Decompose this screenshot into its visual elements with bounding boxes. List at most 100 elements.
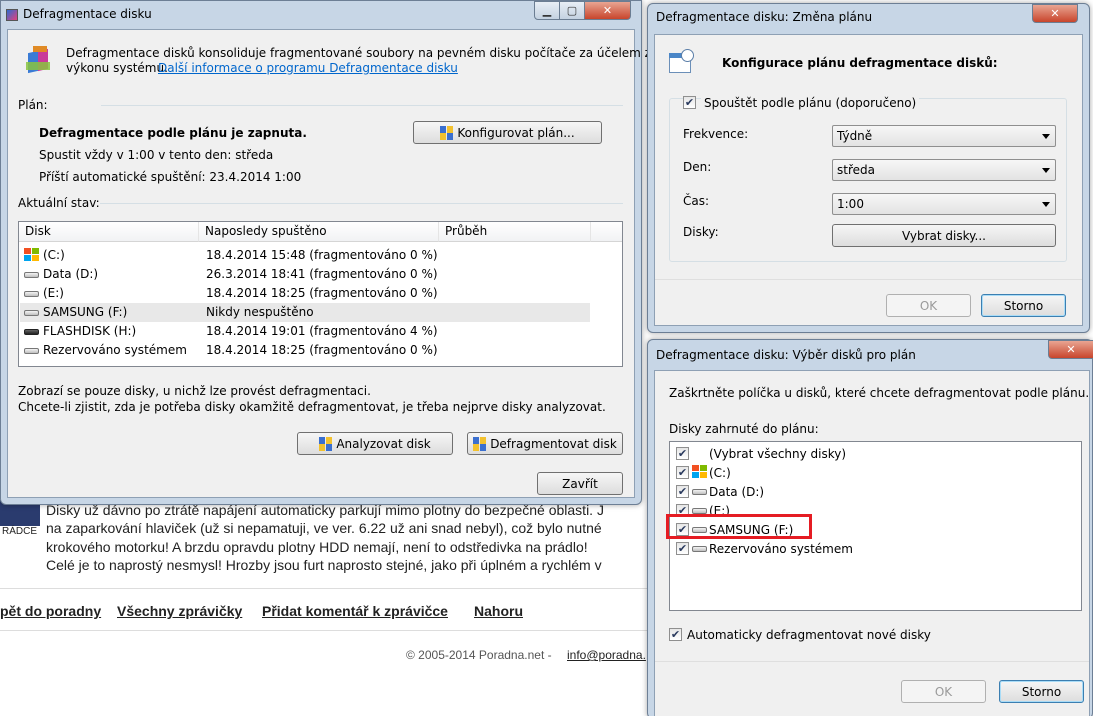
frequency-select[interactable]: Týdně [832, 125, 1056, 147]
disk-last-run: Nikdy nespuštěno [206, 305, 314, 319]
disk-last-run: 18.4.2014 19:01 (fragmentováno 4 %) [206, 324, 438, 338]
disk-row[interactable]: (C:) 18.4.2014 15:48 (fragmentováno 0 %) [20, 246, 590, 265]
ok-button[interactable]: OK [886, 294, 971, 317]
uac-shield-icon [319, 436, 333, 451]
cancel-button[interactable]: Storno [981, 294, 1066, 317]
time-select[interactable]: 1:00 [832, 193, 1056, 215]
day-label: Den: [683, 160, 712, 174]
column-header-disk[interactable]: Disk [19, 222, 199, 242]
chevron-down-icon [1042, 202, 1050, 207]
configure-schedule-button[interactable]: Konfigurovat plán... [413, 121, 602, 144]
plan-schedule: Spustit vždy v 1:00 v tento den: středa [39, 148, 274, 162]
close-button[interactable]: Zavřít [537, 472, 623, 495]
disk-checkbox[interactable]: ✔ [676, 466, 689, 479]
usb-drive-icon [24, 329, 39, 335]
auto-defrag-label: Automaticky defragmentovat nové disky [687, 628, 931, 642]
select-disks-dialog-title: Defragmentace disku: Výběr disků pro plá… [656, 348, 916, 362]
column-header-progress[interactable]: Průběh [439, 222, 591, 242]
minimize-button[interactable]: ▁ [534, 1, 560, 20]
schedule-dialog: Defragmentace disku: Změna plánu ✕ Konfi… [647, 3, 1090, 333]
disk-list[interactable]: Disk Naposledy spuštěno Průběh (C:) 18.4… [18, 221, 623, 367]
disk-name: Data (D:) [43, 267, 99, 281]
article-line-3: krokového motorku! A brzdu opravdu plotn… [46, 539, 588, 555]
run-on-schedule-checkbox[interactable]: ✔ [683, 96, 696, 109]
disk-name: FLASHDISK (H:) [43, 324, 137, 338]
disk-name: SAMSUNG (F:) [43, 305, 128, 319]
defrag-main-window: Defragmentace disku ▁ ▢ ✕ Defragmentace … [0, 0, 690, 505]
disk-last-run: 26.3.2014 18:41 (fragmentováno 0 %) [206, 267, 438, 281]
hard-drive-icon [692, 546, 707, 552]
disk-row[interactable]: Data (D:) 26.3.2014 18:41 (fragmentováno… [20, 265, 590, 284]
hard-drive-icon [24, 348, 39, 354]
included-disks-label: Disky zahrnuté do plánu: [669, 422, 819, 436]
current-status-label: Aktuální stav: [18, 196, 100, 210]
schedule-titlebar: Defragmentace disku: Změna plánu ✕ [648, 4, 1089, 32]
calendar-clock-icon [669, 49, 695, 75]
hard-drive-icon [24, 272, 39, 278]
top-link[interactable]: Nahoru [474, 603, 523, 619]
select-disks-button[interactable]: Vybrat disky... [832, 224, 1056, 247]
back-to-advice-link[interactable]: pět do poradny [0, 603, 101, 619]
close-window-button[interactable]: ✕ [1032, 4, 1078, 23]
time-label: Čas: [683, 194, 710, 208]
article-line-4: Celé je to naprostý nesmysl! Hrozby jsou… [46, 557, 602, 573]
disk-label: (C:) [709, 466, 731, 480]
site-logo-label: RÁDCE [2, 526, 38, 537]
footer-email-link[interactable]: info@poradna. [567, 648, 646, 662]
schedule-dialog-title: Defragmentace disku: Změna plánu [656, 10, 873, 24]
disk-name: (E:) [43, 286, 64, 300]
samsung-highlight-box [666, 514, 812, 539]
ok-button[interactable]: OK [901, 680, 986, 703]
chevron-down-icon [1042, 168, 1050, 173]
disk-label: Data (D:) [709, 485, 765, 499]
cancel-button[interactable]: Storno [999, 680, 1084, 703]
hard-drive-icon [24, 310, 39, 316]
day-select[interactable]: středa [832, 159, 1056, 181]
analyze-disk-button[interactable]: Analyzovat disk [297, 432, 453, 455]
close-window-button[interactable]: ✕ [584, 1, 631, 20]
description-text: Defragmentace disků konsoliduje fragment… [66, 46, 690, 60]
run-on-schedule-label: Spouštět podle plánu (doporučeno) [701, 96, 920, 110]
defrag-app-icon [6, 9, 18, 21]
close-window-button[interactable]: ✕ [1048, 340, 1093, 359]
disk-name: Rezervováno systémem [43, 343, 187, 357]
column-header-last-run[interactable]: Naposledy spuštěno [199, 222, 439, 242]
uac-shield-icon [473, 436, 487, 451]
hard-drive-icon [692, 489, 707, 495]
defragment-disk-button[interactable]: Defragmentovat disk [467, 432, 623, 455]
schedule-dialog-body: Konfigurace plánu defragmentace disků: ✔… [654, 34, 1083, 326]
main-window-body: Defragmentace disků konsoliduje fragment… [7, 29, 690, 498]
defrag-logo-icon [24, 44, 54, 74]
windows-drive-icon [692, 465, 707, 479]
note-defraggable: Zobrazí se pouze disky, u nichž lze prov… [18, 384, 371, 398]
disk-row-selected[interactable]: SAMSUNG (F:) Nikdy nespuštěno [20, 303, 590, 322]
add-comment-link[interactable]: Přidat komentář k zprávičce [262, 603, 448, 619]
article-line-2: na zaparkování hlaviček (už si nepamatuj… [46, 520, 602, 536]
disk-name: (C:) [43, 248, 65, 262]
disk-checkbox[interactable]: ✔ [676, 542, 689, 555]
disk-label: Rezervováno systémem [709, 542, 853, 556]
disk-row[interactable]: (E:) 18.4.2014 18:25 (fragmentováno 0 %) [20, 284, 590, 303]
select-instruction: Zaškrtněte políčka u disků, které chcete… [669, 386, 1090, 400]
hard-drive-icon [24, 291, 39, 297]
disk-row[interactable]: Rezervováno systémem 18.4.2014 18:25 (fr… [20, 341, 590, 360]
disk-row[interactable]: FLASHDISK (H:) 18.4.2014 19:01 (fragment… [20, 322, 590, 341]
disk-last-run: 18.4.2014 15:48 (fragmentováno 0 %) [206, 248, 438, 262]
next-run-text: Příští automatické spuštění: 23.4.2014 1… [39, 170, 302, 184]
main-titlebar: Defragmentace disku ▁ ▢ ✕ [1, 1, 641, 29]
disk-checkbox[interactable]: ✔ [676, 485, 689, 498]
more-info-link[interactable]: Další informace o programu Defragmentace… [158, 61, 458, 75]
chevron-down-icon [1042, 134, 1050, 139]
select-all-checkbox[interactable]: ✔ [676, 447, 689, 460]
maximize-button[interactable]: ▢ [559, 1, 585, 20]
disks-label: Disky: [683, 225, 719, 239]
all-news-link[interactable]: Všechny zprávičky [117, 603, 242, 619]
uac-shield-icon [440, 125, 454, 140]
footer-copyright: © 2005-2014 Poradna.net - [406, 648, 552, 662]
auto-defrag-checkbox[interactable]: ✔ [669, 628, 682, 641]
select-all-label: (Vybrat všechny disky) [709, 447, 847, 461]
schedule-heading: Konfigurace plánu defragmentace disků: [722, 56, 998, 70]
select-disks-titlebar: Defragmentace disku: Výběr disků pro plá… [648, 340, 1093, 368]
disk-last-run: 18.4.2014 18:25 (fragmentováno 0 %) [206, 343, 438, 357]
select-disks-body: Zaškrtněte políčka u disků, které chcete… [654, 370, 1090, 716]
